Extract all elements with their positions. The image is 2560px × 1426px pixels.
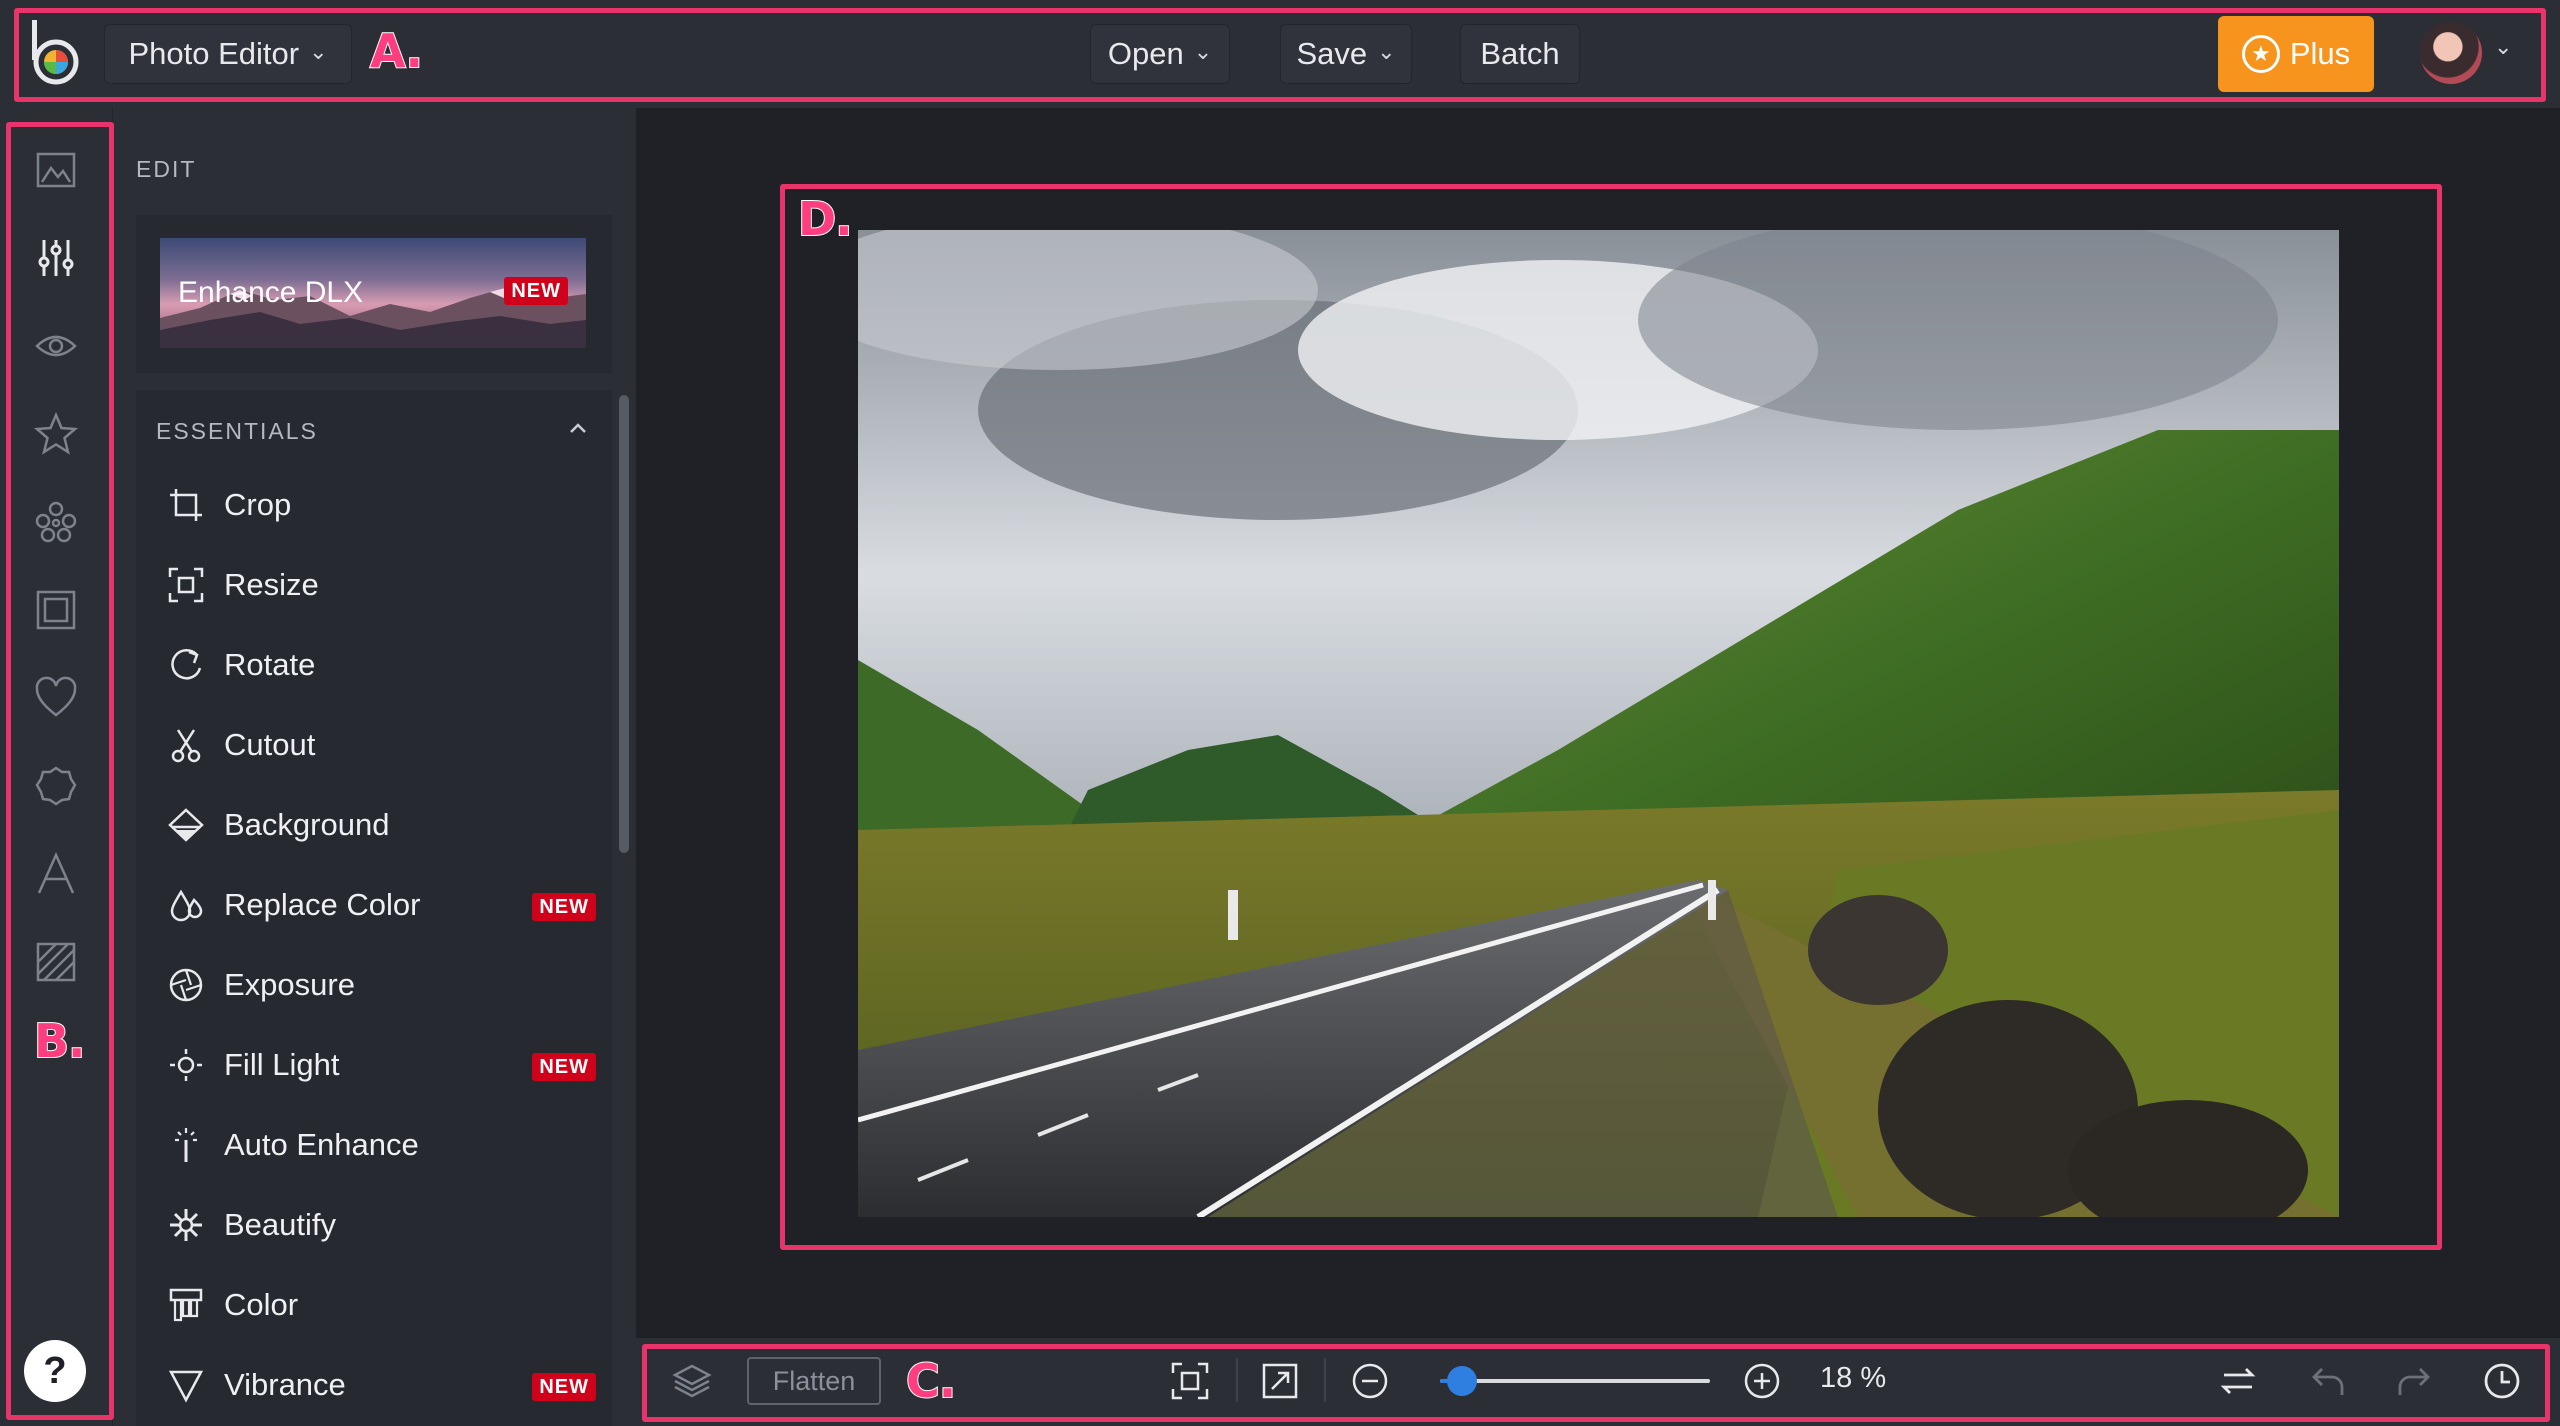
sparkle-icon [166, 1205, 206, 1245]
enhance-dlx-button[interactable]: Enhance DLX NEW [160, 238, 586, 348]
callout-label-b: B. [33, 1013, 87, 1069]
callout-label-c: C. [905, 1353, 957, 1409]
enhance-dlx-label: Enhance DLX [178, 276, 364, 309]
tool-item-auto-enhance[interactable]: Auto Enhance [136, 1105, 612, 1185]
aperture-icon [166, 965, 206, 1005]
essentials-title: ESSENTIALS [156, 418, 318, 444]
tool-label: Resize [224, 567, 319, 602]
triangle-icon [166, 1365, 206, 1405]
new-badge: NEW [504, 277, 568, 305]
tool-label: Beautify [224, 1207, 337, 1242]
tool-label: Color [224, 1287, 299, 1322]
callout-label-a: A. [369, 23, 424, 79]
tool-item-beautify[interactable]: Beautify [136, 1185, 612, 1265]
tool-label: Background [224, 807, 390, 842]
chevron-up-icon [568, 418, 588, 438]
tool-label: Fill Light [224, 1047, 340, 1082]
tool-item-crop[interactable]: Crop [136, 465, 612, 545]
essentials-header[interactable]: ESSENTIALS [136, 410, 612, 450]
tool-label: Exposure [224, 967, 355, 1002]
tool-item-fill-light[interactable]: Fill Light NEW [136, 1025, 612, 1105]
sun-icon [166, 1045, 206, 1085]
tool-item-resize[interactable]: Resize [136, 545, 612, 625]
tool-item-color[interactable]: Color [136, 1265, 612, 1345]
background-icon [166, 805, 206, 845]
panel-scrollbar[interactable] [619, 395, 629, 853]
scissors-icon [166, 725, 206, 765]
tool-label: Replace Color [224, 887, 421, 922]
tool-label: Auto Enhance [224, 1127, 419, 1162]
new-badge: NEW [532, 893, 596, 921]
rotate-icon [166, 645, 206, 685]
magic-wand-icon [166, 1125, 206, 1165]
crop-icon [166, 485, 206, 525]
new-badge: NEW [532, 1373, 596, 1401]
tool-item-replace-color[interactable]: Replace Color NEW [136, 865, 612, 945]
resize-icon [166, 565, 206, 605]
callout-frame-b [6, 122, 114, 1420]
tool-label: Rotate [224, 647, 316, 682]
color-swatch-icon [166, 1285, 206, 1325]
tool-item-exposure[interactable]: Exposure [136, 945, 612, 1025]
tool-label: Crop [224, 487, 292, 522]
callout-label-d: D. [797, 191, 854, 247]
new-badge: NEW [532, 1053, 596, 1081]
tool-label: Cutout [224, 727, 316, 762]
callout-frame-d [780, 184, 2442, 1250]
tool-item-cutout[interactable]: Cutout [136, 705, 612, 785]
tool-item-rotate[interactable]: Rotate [136, 625, 612, 705]
tool-label: Vibrance [224, 1367, 346, 1402]
edit-section-title: EDIT [136, 156, 197, 182]
tool-item-vibrance[interactable]: Vibrance NEW [136, 1345, 612, 1425]
tool-item-background[interactable]: Background [136, 785, 612, 865]
drops-icon [166, 885, 206, 925]
